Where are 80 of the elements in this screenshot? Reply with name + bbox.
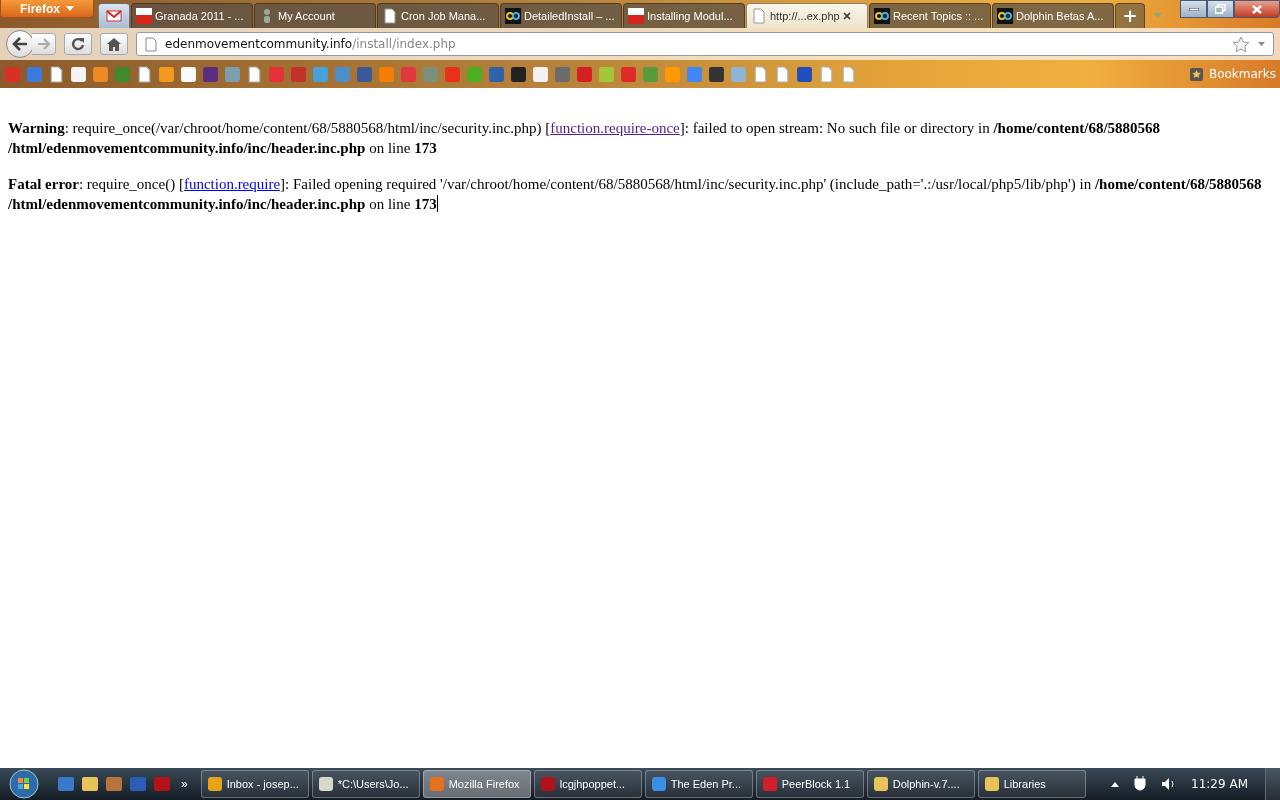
back-arrow-icon: [12, 37, 28, 51]
bookmark-page-icon[interactable]: [774, 65, 791, 83]
app-icon: [872, 776, 889, 792]
caret-icon: [66, 6, 74, 11]
browser-tab[interactable]: Installing Modul...: [623, 3, 745, 28]
bookmark-icon[interactable]: [180, 65, 197, 83]
bookmark-icon[interactable]: [708, 65, 725, 83]
bookmark-page-icon[interactable]: [818, 65, 835, 83]
browser-tab[interactable]: Dolphin Betas A...: [992, 3, 1114, 28]
bookmark-icon[interactable]: [92, 65, 109, 83]
reload-icon: [71, 37, 85, 51]
close-button[interactable]: [1234, 0, 1280, 18]
taskbar-button[interactable]: The Eden Pr...: [644, 770, 753, 798]
bookmark-icon[interactable]: [202, 65, 219, 83]
browser-tab[interactable]: Cron Job Mana...: [377, 3, 499, 28]
taskbar-button[interactable]: PeerBlock 1.1: [755, 770, 864, 798]
bookmark-icon[interactable]: [70, 65, 87, 83]
back-button[interactable]: [6, 30, 34, 58]
bookmark-page-icon[interactable]: [48, 65, 65, 83]
app-icon: [539, 776, 556, 792]
app-shortcut-icon[interactable]: [105, 775, 123, 793]
bookmark-page-icon[interactable]: [840, 65, 857, 83]
app-icon: [428, 776, 445, 792]
manual-link[interactable]: function.require-once: [550, 120, 680, 136]
bookmark-page-icon[interactable]: [136, 65, 153, 83]
minimize-icon: [1188, 7, 1199, 11]
app-icon: [206, 776, 223, 792]
app-icon: [761, 776, 778, 792]
infinity-icon: [997, 8, 1013, 24]
bookmark-icon[interactable]: [510, 65, 527, 83]
reload-button[interactable]: [64, 33, 92, 55]
error-message: Fatal error: require_once() [function.require]: Failed opening required '/var/chroot/home/content/68/5880568/html/inc/security.inc.php' (include_path='.:/usr/local/php5/lib/php') in /home/content/68/5880568 /html/edenmovementcommunity.info/inc/header.inc.php on line 173: [8, 175, 1263, 214]
browser-tab[interactable]: Granada 2011 - ...: [131, 3, 253, 28]
browser-tab[interactable]: [98, 3, 130, 28]
close-icon: [1252, 4, 1262, 14]
home-button[interactable]: [100, 33, 128, 55]
minimize-button[interactable]: [1180, 0, 1207, 18]
browser-tab[interactable]: Recent Topics :: ...: [869, 3, 991, 28]
new-tab-button[interactable]: +: [1115, 3, 1145, 28]
clock[interactable]: 11:29 AM: [1191, 777, 1248, 791]
taskbar-button[interactable]: Libraries: [977, 770, 1086, 798]
home-icon: [107, 37, 121, 51]
power-plug-icon[interactable]: [1133, 776, 1148, 792]
taskbar-button[interactable]: lcgjhpoppet...: [533, 770, 642, 798]
infinity-icon: [505, 8, 521, 24]
infinity-icon: [874, 8, 890, 24]
page-icon: [751, 8, 767, 24]
url-text: edenmovementcommunity.info/install/index.php: [165, 37, 457, 51]
manual-link[interactable]: function.require: [183, 176, 281, 192]
address-bar[interactable]: edenmovementcommunity.info/install/index.php: [136, 32, 1274, 56]
bookmark-page-icon[interactable]: [752, 65, 769, 83]
taskbar-button[interactable]: Dolphin-v.7....: [866, 770, 975, 798]
restore-button[interactable]: [1207, 0, 1234, 18]
bookmark-page-icon[interactable]: [246, 65, 263, 83]
taskbar-button[interactable]: *C:\Users\Jo...: [311, 770, 420, 798]
dropdown-icon[interactable]: [1258, 42, 1265, 46]
star-icon[interactable]: [1232, 35, 1250, 53]
page-icon: [382, 8, 398, 24]
bookmark-icon[interactable]: [796, 65, 813, 83]
close-icon[interactable]: [842, 12, 851, 20]
app-icon: [317, 776, 334, 792]
star-icon: [1189, 67, 1203, 81]
browser-tab[interactable]: http://...ex.php: [746, 3, 868, 28]
taskbar-button[interactable]: Inbox - josep...: [200, 770, 309, 798]
browser-tab[interactable]: DetailedInstall – ...: [500, 3, 622, 28]
show-desktop-button[interactable]: [1265, 768, 1280, 800]
taskbar-button[interactable]: Mozilla Firefox: [422, 770, 531, 798]
restore-icon: [1215, 4, 1226, 14]
app-icon: [650, 776, 667, 792]
page-icon: [145, 36, 157, 52]
bookmark-icon[interactable]: [532, 65, 549, 83]
error-message: Warning: require_once(/var/chroot/home/content/68/5880568/html/inc/security.inc.php) [function.require-once]: failed to open stream: No such file or directory in /home/content/68/5880568 /html/edenmovementcommunity.info/inc/header.inc.php on line 173: [8, 119, 1162, 158]
bookmark-icon[interactable]: [158, 65, 175, 83]
app-shortcut-icon[interactable]: [81, 775, 99, 793]
show-hidden-icons-icon[interactable]: [1111, 781, 1120, 787]
more-button[interactable]: »: [177, 777, 192, 791]
browser-tab[interactable]: My Account: [254, 3, 376, 28]
app-icon: [983, 776, 1000, 792]
forward-arrow-icon: [37, 38, 50, 50]
envelope-icon: [106, 8, 122, 24]
